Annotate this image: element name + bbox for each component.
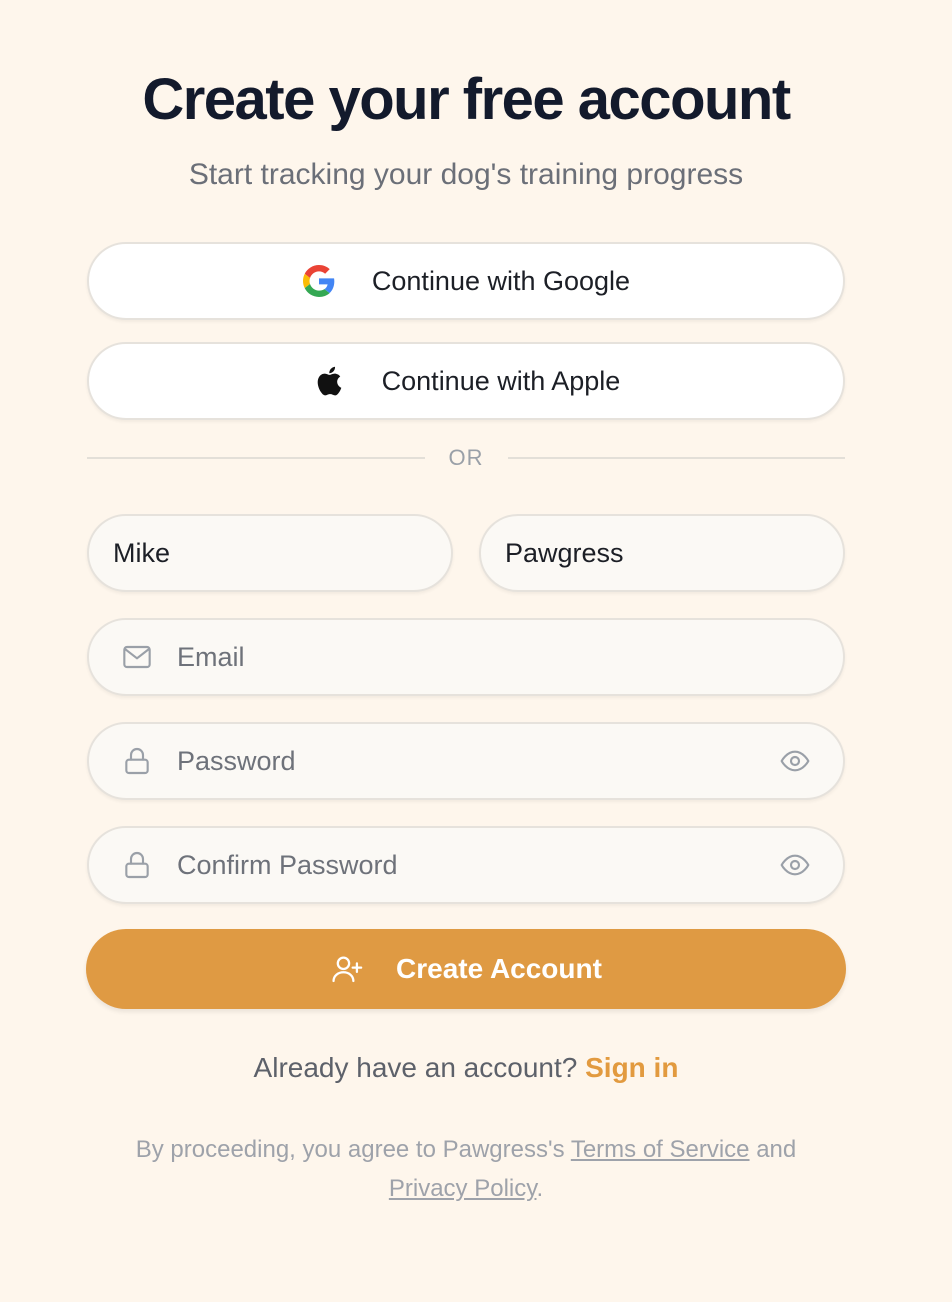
continue-with-apple-button[interactable]: Continue with Apple xyxy=(87,342,845,420)
mail-icon xyxy=(119,639,155,675)
confirm-password-field[interactable] xyxy=(87,826,845,904)
continue-with-google-button[interactable]: Continue with Google xyxy=(87,242,845,320)
terms-of-service-link[interactable]: Terms of Service xyxy=(571,1136,750,1163)
legal-joiner: and xyxy=(756,1136,797,1163)
password-field[interactable] xyxy=(87,722,845,800)
apple-logo-icon xyxy=(312,364,346,398)
divider-line-left xyxy=(87,457,425,459)
lock-icon xyxy=(119,847,155,883)
legal-suffix: . xyxy=(536,1175,544,1202)
confirm-password-input[interactable] xyxy=(177,849,777,881)
eye-icon[interactable] xyxy=(777,847,813,883)
divider-line-right xyxy=(507,457,845,459)
legal-text: By proceeding, you agree to Pawgress's T… xyxy=(100,1130,832,1208)
legal-prefix: By proceeding, you agree to Pawgress's xyxy=(135,1136,565,1163)
eye-icon[interactable] xyxy=(777,743,813,779)
create-account-button[interactable]: Create Account xyxy=(86,929,846,1009)
google-button-label: Continue with Google xyxy=(371,265,631,296)
first-name-input[interactable] xyxy=(113,537,451,569)
signin-prompt-text: Already have an account? xyxy=(253,1052,578,1083)
lock-icon xyxy=(119,743,155,779)
or-divider: OR xyxy=(87,444,845,472)
last-name-input[interactable] xyxy=(505,537,843,569)
signup-page: Create your free account Start tracking … xyxy=(0,0,952,1302)
user-plus-icon xyxy=(330,952,364,986)
signin-prompt-row: Already have an account? Sign in xyxy=(0,1052,932,1084)
privacy-policy-link[interactable]: Privacy Policy xyxy=(389,1175,537,1202)
last-name-field[interactable] xyxy=(479,514,845,592)
email-field[interactable] xyxy=(87,618,845,696)
email-input[interactable] xyxy=(177,641,843,673)
first-name-field[interactable] xyxy=(87,514,453,592)
password-input[interactable] xyxy=(177,745,777,777)
or-label: OR xyxy=(448,445,484,470)
create-account-label: Create Account xyxy=(396,953,602,984)
apple-button-label: Continue with Apple xyxy=(381,365,621,396)
signin-link[interactable]: Sign in xyxy=(585,1052,678,1083)
page-subtitle: Start tracking your dog's training progr… xyxy=(188,158,744,191)
page-title: Create your free account xyxy=(142,67,791,132)
google-logo-icon xyxy=(302,264,336,298)
